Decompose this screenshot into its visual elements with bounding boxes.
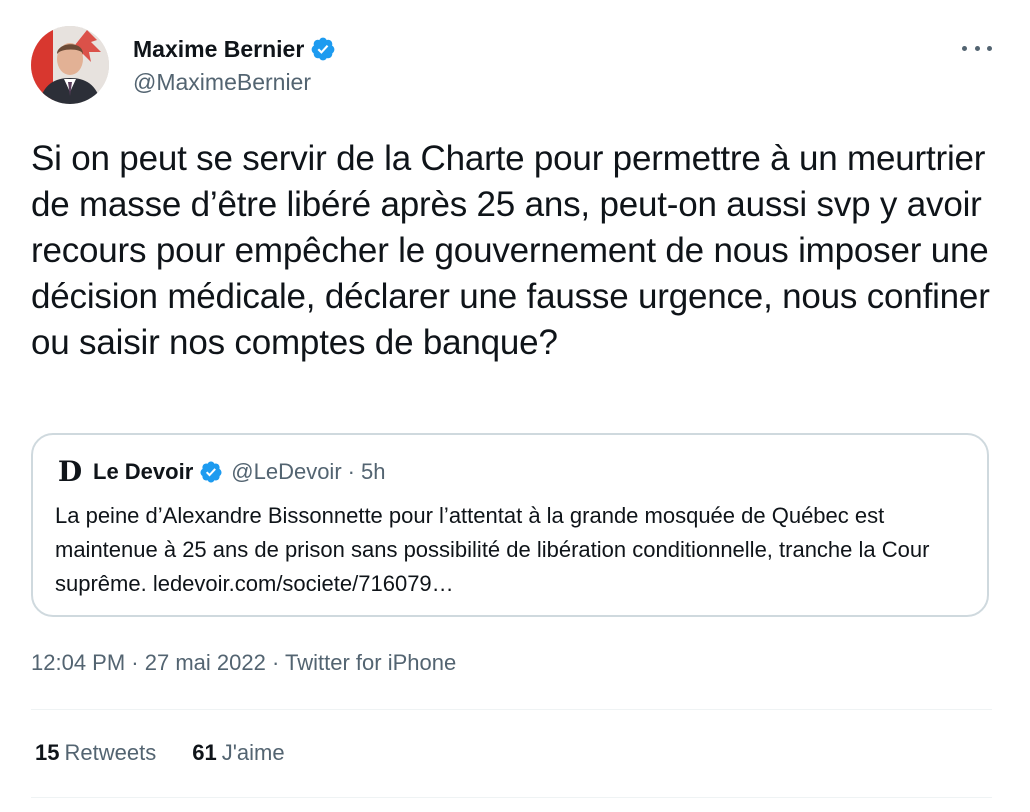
retweets-stat[interactable]: 15 Retweets [35,740,156,766]
tweet-metadata: 12:04 PM · 27 mai 2022 · Twitter for iPh… [31,650,456,676]
divider [31,797,992,798]
verified-badge-icon [310,36,336,62]
more-dots-icon [987,45,992,51]
quoted-avatar: D [57,455,83,488]
quoted-author-name: Le Devoir [93,459,194,484]
likes-label: J'aime [221,740,285,765]
likes-stat[interactable]: 61 J'aime [192,740,284,766]
tweet-text: Si on peut se servir de la Charte pour p… [31,139,990,362]
quoted-author-handle: @LeDevoir [231,459,342,484]
author-name-row: Maxime Bernier [133,34,336,64]
author-handle[interactable]: @MaximeBernier [133,69,336,96]
quoted-separator: · [347,459,355,484]
quoted-tweet-header: D Le Devoir @LeDevoir · 5h [57,455,386,488]
quoted-timestamp[interactable]: 5h [361,459,385,485]
verified-badge-icon [199,460,223,484]
author-name[interactable]: Maxime Bernier [133,36,304,63]
tweet-source[interactable]: Twitter for iPhone [285,650,456,675]
more-dots-icon [974,45,980,51]
more-dots-icon [962,45,967,51]
divider [31,709,992,710]
avatar[interactable] [31,26,109,104]
meta-separator: · [271,650,280,675]
likes-count: 61 [192,740,217,765]
tweet-stats: 15 Retweets 61 J'aime [35,740,321,766]
quoted-tweet[interactable]: D Le Devoir @LeDevoir · 5h La peine d’Al… [31,433,989,617]
tweet-card: Maxime Bernier @MaximeBernier Si on peut… [0,0,1030,812]
quoted-tweet-text: La peine d’Alexandre Bissonnette pour l’… [55,503,930,596]
retweets-count: 15 [35,740,60,765]
meta-separator: · [131,650,139,675]
author-block: Maxime Bernier @MaximeBernier [133,34,336,96]
tweet-date[interactable]: 27 mai 2022 [145,650,266,675]
retweets-label: Retweets [64,740,157,765]
tweet-time[interactable]: 12:04 PM [31,650,125,675]
more-options-button[interactable] [962,38,992,58]
